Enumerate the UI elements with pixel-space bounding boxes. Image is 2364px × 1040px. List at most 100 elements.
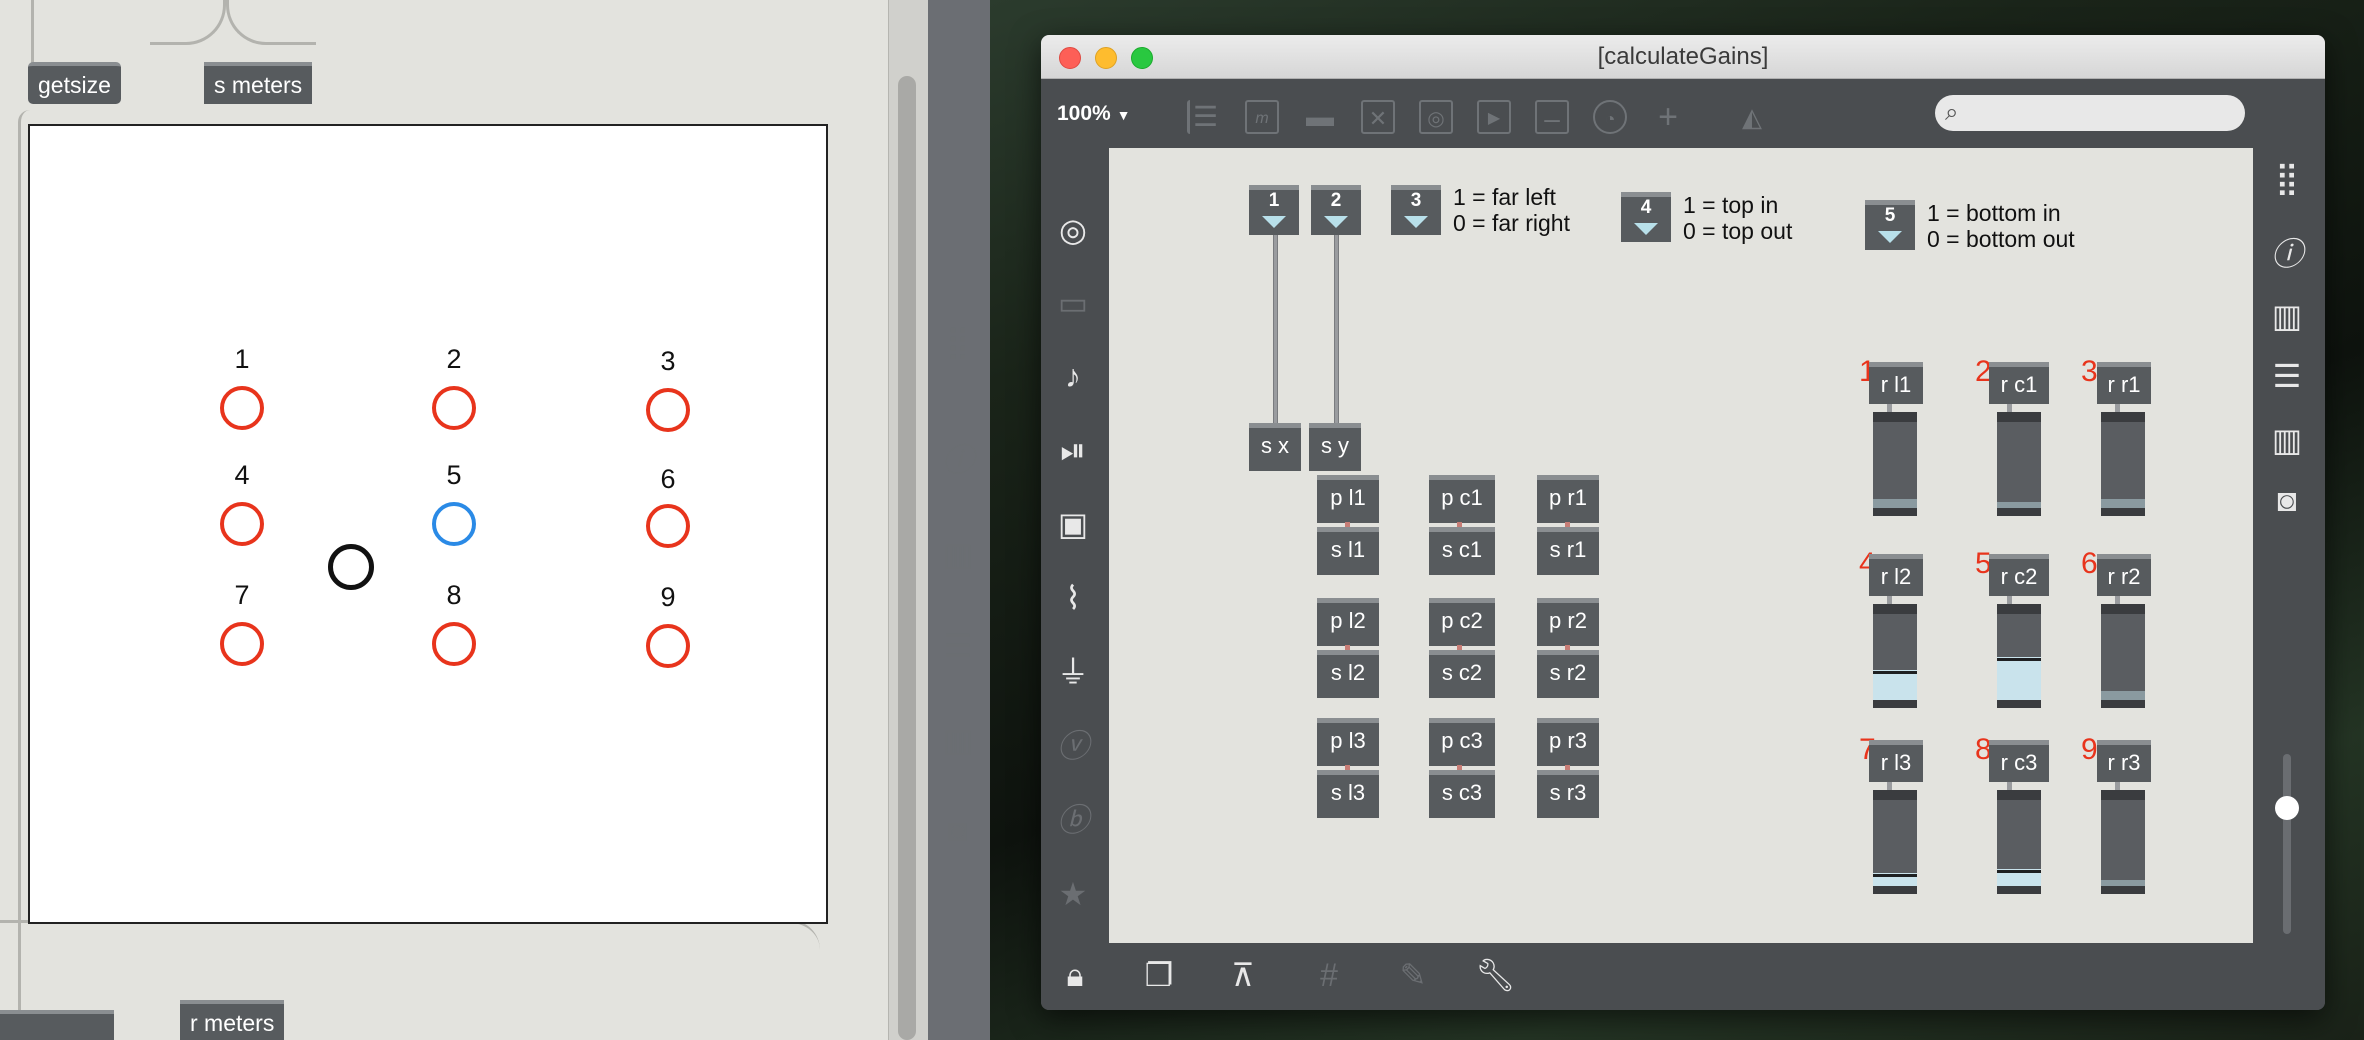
paperclip-icon[interactable]: ⌇ [1053,578,1093,618]
playlist-icon[interactable]: ▶ [1477,100,1511,134]
projector-icon[interactable]: ⊼ [1223,955,1263,995]
pack-object[interactable]: p c1 [1429,475,1495,523]
device-icon[interactable]: ▭ [1053,283,1093,323]
zoom-dropdown[interactable]: 100% ▼ [1057,94,1130,135]
send-object[interactable]: s r2 [1537,650,1599,698]
receive-object[interactable]: r l2 [1869,554,1923,596]
message-icon[interactable]: m [1245,100,1279,134]
search-field[interactable]: ⌕ [1935,95,2245,131]
level-meter [1873,604,1917,708]
patch-cable[interactable] [0,920,820,980]
plug-icon[interactable]: ⏚ [1053,652,1093,692]
open-book-icon[interactable]: ▥ [2267,420,2307,460]
pack-object[interactable]: p r3 [1537,718,1599,766]
receive-object[interactable]: r r2 [2097,554,2151,596]
scrollbar-thumb[interactable] [898,76,916,1040]
pencil-add-icon[interactable]: ✎ [1393,955,1433,995]
speaker-position-pad[interactable]: 1 2 3 4 5 6 7 8 9 [28,124,828,924]
pack-object[interactable]: p l3 [1317,718,1379,766]
getsize-object[interactable]: getsize [28,62,121,104]
slider-icon[interactable]: – [1535,100,1569,134]
b-icon[interactable]: ⓑ [1053,800,1093,840]
star-icon[interactable]: ★ [1053,874,1093,914]
pack-object[interactable]: p r2 [1537,598,1599,646]
dial-icon[interactable]: ◔ [1593,100,1627,134]
patch-cable[interactable] [1273,235,1278,423]
title-bar[interactable]: [calculateGains] [1041,35,2325,79]
receive-object[interactable]: r l1 [1869,362,1923,404]
send-object[interactable]: s r3 [1537,770,1599,818]
receive-object[interactable]: r r1 [2097,362,2151,404]
speaker-circle[interactable] [432,622,476,666]
media-icon[interactable]: ⏯ [1053,430,1093,470]
number-box-4[interactable]: 4 [1621,192,1671,242]
target-icon[interactable]: ◎ [1053,210,1093,250]
dropdown-arrow-icon [1878,231,1902,243]
speaker-circle[interactable] [220,502,264,546]
paint-bucket-icon[interactable]: ◭ [1735,100,1769,134]
patcher-canvas[interactable]: 1 2 3 4 5 1 = far left 0 = far right 1 =… [1109,148,2253,943]
image-icon[interactable]: ▣ [1053,504,1093,544]
patch-cable[interactable] [226,0,316,45]
comment-icon[interactable]: ☰ [1187,100,1221,134]
pack-object[interactable]: p l1 [1317,475,1379,523]
send-y-object[interactable]: s y [1309,423,1361,471]
mixer-slider[interactable] [2283,754,2291,934]
speaker-circle[interactable] [220,386,264,430]
number-box-1[interactable]: 1 [1249,185,1299,235]
receive-object[interactable]: r r3 [2097,740,2151,782]
send-object[interactable]: s l2 [1317,650,1379,698]
receive-object[interactable]: r c3 [1989,740,2049,782]
info-icon[interactable]: ⓘ [2267,234,2307,274]
receive-object[interactable]: r l3 [1869,740,1923,782]
speaker-circle[interactable] [646,504,690,548]
send-object[interactable]: s l1 [1317,527,1379,575]
s-meters-object[interactable]: s meters [204,62,313,104]
send-object[interactable]: s l3 [1317,770,1379,818]
number-box-2[interactable]: 2 [1311,185,1361,235]
list-icon[interactable]: ☰ [2267,356,2307,396]
speaker-circle[interactable] [646,388,690,432]
number-box-5[interactable]: 5 [1865,200,1915,250]
wrench-icon[interactable]: 🔧︎ [1475,955,1516,995]
camera-icon[interactable]: ◙ [2267,480,2307,520]
send-object[interactable]: s r1 [1537,527,1599,575]
send-object[interactable]: s c3 [1429,770,1495,818]
object-label: s r3 [1549,780,1587,805]
send-object[interactable]: s c1 [1429,527,1495,575]
book-icon[interactable]: ▥ [2267,296,2307,336]
meter-level-fill [1997,657,2041,700]
presentation-icon[interactable]: ❐ [1139,955,1179,995]
music-note-icon[interactable]: ♪ [1053,356,1093,396]
v-icon[interactable]: ⓥ [1053,726,1093,766]
receive-object[interactable]: r c2 [1989,554,2049,596]
lock-icon[interactable]: 🔒︎ [1055,955,1095,995]
patch-cable[interactable] [1334,235,1339,423]
object-box[interactable] [0,1010,114,1040]
grid-icon[interactable]: ⣿ [2267,158,2307,198]
speaker-circle[interactable] [432,502,476,546]
send-object[interactable]: s c2 [1429,650,1495,698]
speaker-circle[interactable] [220,622,264,666]
pack-object[interactable]: p c3 [1429,718,1495,766]
mixer-slider-knob[interactable] [2275,796,2299,820]
receive-object[interactable]: r c1 [1989,362,2049,404]
patch-cable[interactable] [28,0,34,70]
number-box-3[interactable]: 3 [1391,185,1441,235]
speaker-circle[interactable] [646,624,690,668]
pack-object[interactable]: p c2 [1429,598,1495,646]
pack-object[interactable]: p r1 [1537,475,1599,523]
r-meters-object[interactable]: r meters [180,1000,285,1040]
left-patcher: getsize s meters r meters 1 2 3 4 5 6 7 8 9 [0,0,890,1040]
patch-cable[interactable] [150,0,226,45]
toggle-icon[interactable]: ✕ [1361,100,1395,134]
pack-object[interactable]: p l2 [1317,598,1379,646]
speech-bubble-icon[interactable]: ▬ [1303,100,1337,134]
send-x-object[interactable]: s x [1249,423,1301,471]
listener-position-marker[interactable] [328,544,374,590]
speaker-circle[interactable] [432,386,476,430]
grid-icon[interactable]: # [1309,955,1349,995]
add-icon[interactable]: + [1651,100,1685,134]
button-icon[interactable]: ◎ [1419,100,1453,134]
speaker-label: 7 [234,580,250,610]
